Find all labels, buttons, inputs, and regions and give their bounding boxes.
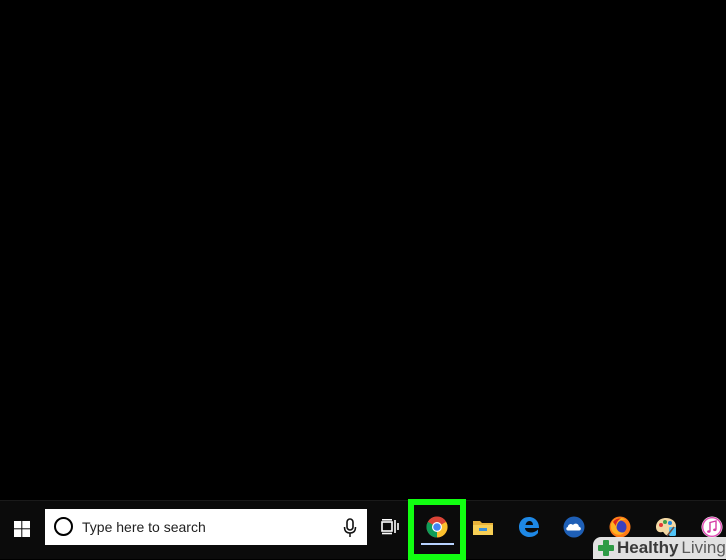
active-app-indicator [421,543,454,545]
task-view-icon [381,519,399,535]
edge-icon [519,517,540,537]
healthy-living-watermark: Healthy Living [593,537,726,559]
taskbar-app-chrome[interactable] [417,507,457,547]
taskbar-app-file-explorer[interactable] [463,507,503,547]
taskbar-app-cloud[interactable] [554,507,594,547]
search-box[interactable]: Type here to search [45,509,367,545]
start-button[interactable] [0,509,44,549]
watermark-word-1: Healthy [617,538,679,557]
firefox-icon [609,516,631,538]
watermark-word-2: Living [681,538,726,557]
paint-icon [656,518,676,537]
taskbar-app-edge[interactable] [509,507,549,547]
microphone-icon[interactable] [343,518,357,538]
windows-logo-icon [14,521,30,537]
search-placeholder: Type here to search [82,519,206,535]
cloud-app-icon [563,516,585,538]
folder-icon [473,521,493,535]
itunes-icon [701,516,723,538]
desktop-background [0,0,726,500]
cortana-circle-icon [54,517,73,536]
task-view-button[interactable] [374,511,406,543]
chrome-icon [426,516,448,538]
plus-icon [598,540,614,556]
